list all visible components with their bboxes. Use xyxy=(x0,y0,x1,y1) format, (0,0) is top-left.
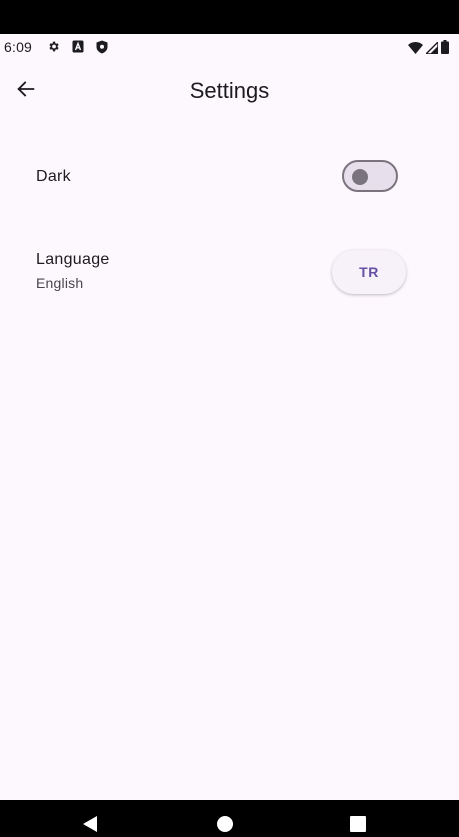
nav-recents-button[interactable] xyxy=(350,816,366,837)
battery-icon xyxy=(441,40,449,59)
shield-icon xyxy=(96,40,108,59)
nav-back-button[interactable] xyxy=(83,816,99,837)
signal-icon xyxy=(424,39,439,59)
app-screen xyxy=(0,34,459,800)
switch-thumb xyxy=(352,169,368,185)
page-title: Settings xyxy=(189,78,270,103)
gear-icon xyxy=(47,40,60,58)
a-box-icon xyxy=(72,40,84,58)
app-bar: Settings xyxy=(0,62,459,122)
status-bar: 6:09 xyxy=(0,34,459,60)
dark-mode-switch[interactable] xyxy=(342,160,398,192)
wifi-icon xyxy=(408,41,423,59)
status-time: 6:09 xyxy=(4,39,33,55)
language-toggle-button[interactable]: TR xyxy=(332,250,406,294)
system-nav-bar xyxy=(0,800,459,832)
nav-home-button[interactable] xyxy=(217,816,233,837)
